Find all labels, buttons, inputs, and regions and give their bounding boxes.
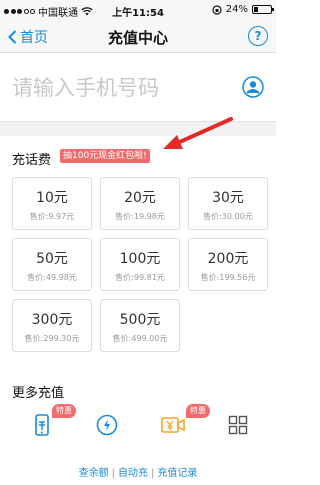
- recharge-option-300[interactable]: 300元 售价:299.30元: [12, 299, 92, 352]
- link-separator: |: [111, 468, 115, 479]
- status-bar: 中国联通 上午11:54 24%: [0, 0, 276, 20]
- option-price: 售价:99.81元: [115, 273, 165, 282]
- option-amount: 50元: [36, 251, 68, 267]
- discount-tag: 特惠: [186, 404, 210, 418]
- bottom-links: 查余额 | 自动充 | 充值记录: [0, 464, 276, 479]
- phone-input[interactable]: [12, 74, 222, 102]
- option-amount: 100元: [119, 251, 161, 267]
- grid-icon: [228, 415, 248, 435]
- help-button[interactable]: ?: [248, 26, 268, 46]
- section-title-recharge: 充话费: [12, 153, 52, 168]
- water-drop-icon: [96, 414, 118, 436]
- option-amount: 20元: [124, 190, 156, 206]
- utility-button[interactable]: [92, 410, 122, 440]
- discount-tag: 特惠: [52, 404, 76, 418]
- nav-bar: 首页 充值中心 ?: [0, 20, 276, 53]
- recharge-option-50[interactable]: 50元 售价:49.98元: [12, 238, 92, 291]
- more-recharge-icons: 特惠 特惠: [0, 404, 276, 450]
- option-amount: 30元: [212, 190, 244, 206]
- option-amount: 300元: [31, 312, 73, 328]
- battery-icon: [252, 5, 274, 14]
- status-right: 24%: [212, 4, 274, 15]
- recharge-records-link[interactable]: 充值记录: [157, 468, 197, 479]
- option-price: 售价:30.00元: [203, 212, 253, 221]
- option-amount: 500元: [119, 312, 161, 328]
- phone-input-row: [0, 54, 276, 122]
- option-price: 售价:299.30元: [24, 334, 80, 343]
- option-price: 售价:49.98元: [27, 273, 77, 282]
- recharge-option-30[interactable]: 30元 售价:30.00元: [188, 177, 268, 230]
- option-amount: 200元: [207, 251, 249, 267]
- video-membership-button[interactable]: [158, 410, 188, 440]
- auto-recharge-link[interactable]: 自动充: [118, 468, 148, 479]
- option-price: 售价:499.00元: [112, 334, 168, 343]
- option-price: 售价:199.56元: [200, 273, 256, 282]
- recharge-option-500[interactable]: 500元 售价:499.00元: [100, 299, 180, 352]
- orientation-lock-icon: [212, 4, 222, 15]
- check-balance-link[interactable]: 查余额: [79, 468, 109, 479]
- promo-badge[interactable]: 抽100元现金红包啦!: [60, 149, 150, 163]
- section-title-more: 更多充值: [12, 386, 65, 401]
- page-title: 充值中心: [107, 29, 168, 47]
- link-separator: |: [151, 468, 155, 479]
- annotation-arrow: [163, 117, 233, 149]
- recharge-option-200[interactable]: 200元 售价:199.56元: [188, 238, 268, 291]
- recharge-option-100[interactable]: 100元 售价:99.81元: [100, 238, 180, 291]
- option-amount: 10元: [36, 190, 68, 206]
- recharge-option-10[interactable]: 10元 售价:9.97元: [12, 177, 92, 230]
- battery-percent: 24%: [225, 4, 248, 15]
- phone-card-icon: [35, 414, 49, 436]
- option-price: 售价:9.97元: [29, 212, 75, 221]
- more-services-button[interactable]: [223, 410, 253, 440]
- video-yen-icon: [161, 417, 185, 433]
- option-price: 售价:19.98元: [115, 212, 165, 221]
- contacts-icon[interactable]: [242, 76, 264, 98]
- recharge-option-20[interactable]: 20元 售价:19.98元: [100, 177, 180, 230]
